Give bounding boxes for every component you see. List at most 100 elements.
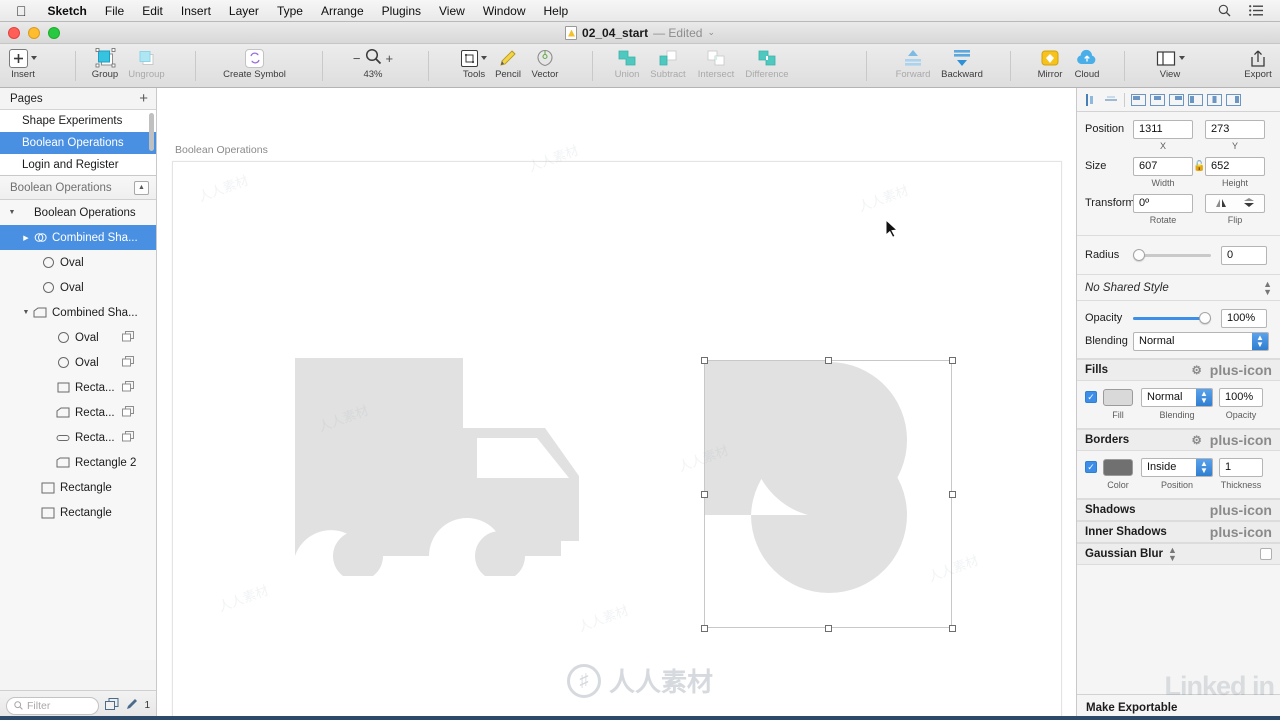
apple-icon[interactable]:  [16, 4, 27, 18]
toolbar-group[interactable]: Group [86, 44, 124, 88]
plus-icon[interactable]: plus-icon [1210, 432, 1272, 448]
toolbar-difference[interactable]: Difference [741, 44, 793, 88]
menu-item-type[interactable]: Type [268, 4, 312, 18]
layer-row-combined-shape-2[interactable]: ▼ Combined Sha... [0, 300, 156, 325]
toolbar-backward[interactable]: Backward [936, 44, 988, 88]
search-icon[interactable] [1209, 4, 1240, 17]
align-center-h-icon[interactable] [1102, 92, 1119, 108]
toolbar-vector[interactable]: Vector [527, 44, 563, 88]
stepper-icon[interactable]: ▲ ▼ [1168, 546, 1177, 563]
lock-icon[interactable]: 🔓 [1193, 161, 1205, 172]
gear-icon[interactable]: ⚙ [1191, 363, 1201, 377]
layer-row-rectangle-2-path[interactable]: Rectangle 2 [0, 450, 156, 475]
chevron-down-icon[interactable]: ⌄ [707, 27, 715, 38]
artboard-name-label[interactable]: Boolean Operations [175, 144, 268, 156]
blur-enabled-checkbox[interactable] [1260, 548, 1272, 560]
layer-row-oval-1[interactable]: Oval [0, 250, 156, 275]
layer-row-oval-3[interactable]: Oval [0, 325, 156, 350]
border-thickness-input[interactable]: 1 [1219, 457, 1263, 477]
toolbar-subtract[interactable]: Subtract [645, 44, 691, 88]
distribute-right-icon[interactable] [1225, 92, 1242, 108]
menu-item-help[interactable]: Help [535, 4, 578, 18]
menu-item-layer[interactable]: Layer [220, 4, 268, 18]
toolbar-ungroup[interactable]: Ungroup [124, 44, 169, 88]
align-top-icon[interactable] [1130, 92, 1147, 108]
align-left-icon[interactable] [1083, 92, 1100, 108]
menu-item-file[interactable]: File [96, 4, 133, 18]
opacity-slider[interactable] [1133, 311, 1211, 324]
menu-item-insert[interactable]: Insert [172, 4, 220, 18]
distribute-left-icon[interactable] [1187, 92, 1204, 108]
gear-icon[interactable]: ⚙ [1191, 433, 1201, 447]
radius-input[interactable]: 0 [1221, 245, 1267, 265]
plus-icon[interactable]: plus-icon [1210, 502, 1272, 518]
layer-row-rectangle-3[interactable]: Recta... [0, 425, 156, 450]
maximize-button[interactable] [48, 27, 60, 39]
selection-handle-n[interactable] [825, 357, 832, 364]
border-position-select[interactable]: Inside ▲ ▼ [1141, 457, 1213, 477]
position-y-input[interactable]: 273 [1205, 119, 1265, 139]
gaussian-blur-header[interactable]: Gaussian Blur ▲ ▼ [1077, 543, 1280, 565]
mask-indicator-icon[interactable] [122, 405, 134, 420]
selection-handle-ne[interactable] [949, 357, 956, 364]
zoom-in-button[interactable]: + [386, 51, 394, 66]
layer-row-boolean-operations[interactable]: ▼ Boolean Operations [0, 200, 156, 225]
toolbar-view[interactable]: View [1150, 44, 1190, 88]
filter-input[interactable]: Filter [6, 696, 100, 715]
distribute-center-icon[interactable] [1206, 92, 1223, 108]
toolbar-cloud[interactable]: Cloud [1067, 44, 1107, 88]
layer-row-rectangle-5[interactable]: Rectangle [0, 500, 156, 525]
shared-style-row[interactable]: No Shared Style ▲ ▼ [1077, 275, 1280, 301]
artboard[interactable] [172, 161, 1062, 720]
plus-icon[interactable]: plus-icon [1210, 524, 1272, 540]
document-title[interactable]: 02_04_start — Edited ⌄ [565, 25, 715, 40]
toolbar-mirror[interactable]: Mirror [1029, 44, 1071, 88]
truck-shape[interactable] [293, 356, 583, 576]
page-item-boolean-operations[interactable]: Boolean Operations [0, 132, 156, 154]
mask-indicator-icon[interactable] [122, 430, 134, 445]
rotate-input[interactable]: 0º [1133, 193, 1193, 213]
page-item-shape-experiments[interactable]: Shape Experiments [0, 110, 156, 132]
size-height-input[interactable]: 652 [1205, 156, 1265, 176]
fill-blending-select[interactable]: Normal ▲ ▼ [1141, 387, 1213, 407]
toolbar-pencil[interactable]: Pencil [491, 44, 525, 88]
radius-slider[interactable] [1133, 248, 1211, 261]
menu-item-arrange[interactable]: Arrange [312, 4, 373, 18]
fill-color-swatch[interactable] [1103, 388, 1133, 406]
pages-scrollbar[interactable] [149, 113, 154, 151]
border-enabled-checkbox[interactable]: ✓ [1085, 461, 1097, 473]
selection-handle-w[interactable] [701, 491, 708, 498]
toolbar-intersect[interactable]: Intersect [693, 44, 739, 88]
page-item-login-and-register[interactable]: Login and Register [0, 154, 156, 175]
mask-indicator-icon[interactable] [122, 380, 134, 395]
toolbar-union[interactable]: Union [606, 44, 648, 88]
selection-handle-se[interactable] [949, 625, 956, 632]
chevron-updown-icon[interactable]: ▲ ▼ [1196, 458, 1212, 476]
selection-handle-nw[interactable] [701, 357, 708, 364]
layer-row-rectangle-1[interactable]: Recta... [0, 375, 156, 400]
selection-handle-sw[interactable] [701, 625, 708, 632]
layer-row-oval-4[interactable]: Oval [0, 350, 156, 375]
add-page-button[interactable]: + [139, 91, 148, 106]
toolbar-forward[interactable]: Forward [890, 44, 936, 88]
flip-buttons[interactable] [1205, 193, 1265, 213]
collapse-artboard-button[interactable]: ▲ [134, 180, 149, 195]
mask-indicator-icon[interactable] [122, 330, 134, 345]
toolbar-export[interactable]: Export [1236, 44, 1280, 88]
pen-icon[interactable] [125, 698, 138, 714]
layer-row-rectangle-4[interactable]: Rectangle [0, 475, 156, 500]
align-middle-icon[interactable] [1149, 92, 1166, 108]
mask-indicator-icon[interactable] [122, 355, 134, 370]
duplicate-icon[interactable] [105, 697, 119, 714]
toolbar-create-symbol[interactable]: Create Symbol [212, 44, 297, 88]
layer-row-oval-2[interactable]: Oval [0, 275, 156, 300]
layer-row-rectangle-2[interactable]: Recta... [0, 400, 156, 425]
selection-handle-e[interactable] [949, 491, 956, 498]
disclosure-triangle-icon[interactable]: ▼ [20, 309, 32, 316]
chevron-updown-icon[interactable]: ▲ ▼ [1252, 332, 1268, 350]
fill-enabled-checkbox[interactable]: ✓ [1085, 391, 1097, 403]
align-bottom-icon[interactable] [1168, 92, 1185, 108]
toolbar-zoom[interactable]: − + 43% [344, 44, 402, 88]
fill-opacity-input[interactable]: 100% [1219, 387, 1263, 407]
blending-select[interactable]: Normal ▲ ▼ [1133, 331, 1269, 351]
